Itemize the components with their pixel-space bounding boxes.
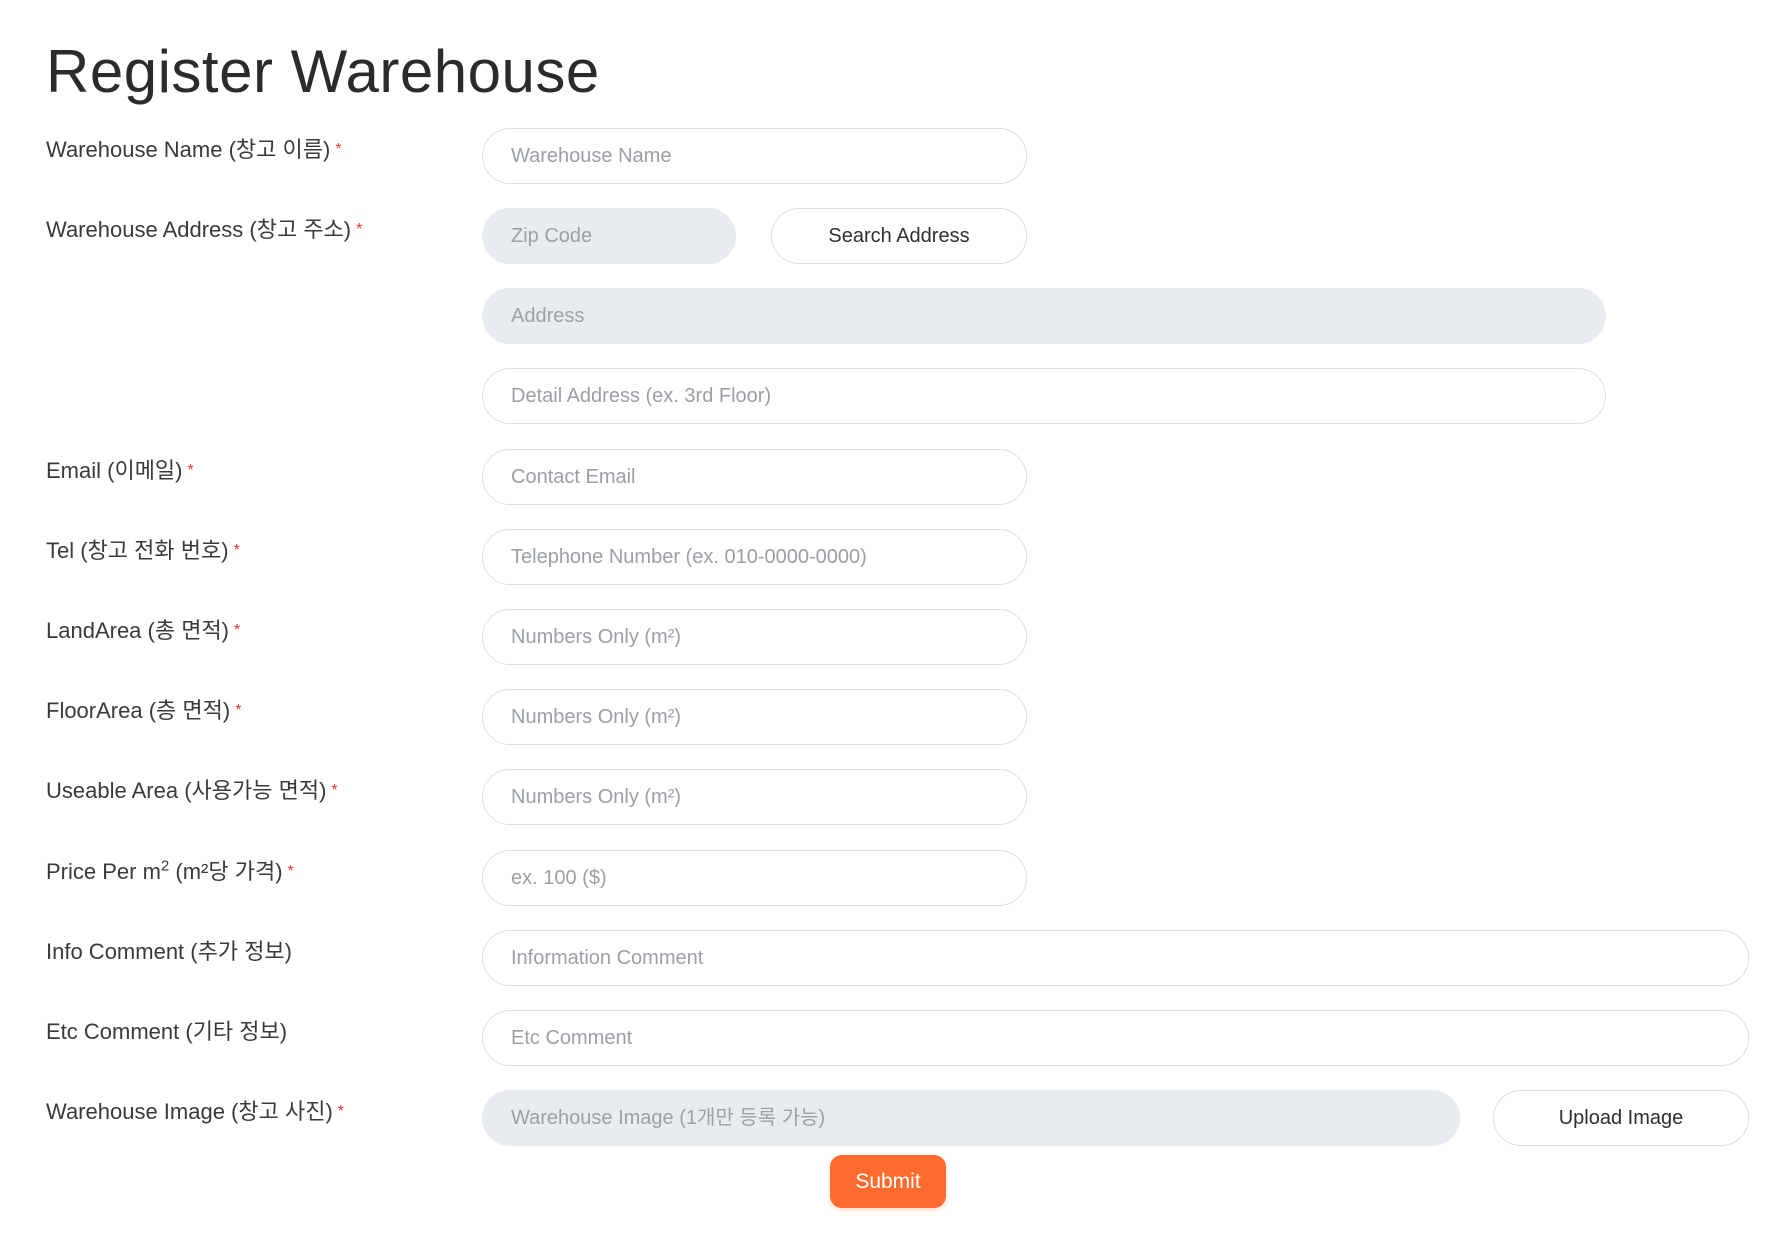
etc-comment-input[interactable] [482, 1010, 1749, 1066]
tel-label: Tel (창고 전화 번호) * [46, 536, 240, 566]
useable-area-input[interactable] [482, 769, 1027, 825]
email-label-text: Email (이메일) [46, 458, 183, 483]
info-comment-input[interactable] [482, 930, 1749, 986]
zip-code-input[interactable] [482, 208, 736, 264]
address-input[interactable] [482, 288, 1606, 344]
required-asterisk: * [187, 462, 194, 479]
land-area-input[interactable] [482, 609, 1027, 665]
email-label: Email (이메일) * [46, 456, 194, 486]
warehouse-image-label-text: Warehouse Image (창고 사진) [46, 1099, 333, 1124]
land-area-label-text: LandArea (총 면적) [46, 618, 230, 643]
required-asterisk: * [337, 1103, 345, 1120]
required-asterisk: * [287, 863, 294, 880]
page-title: Register Warehouse [46, 38, 600, 105]
floor-area-input[interactable] [482, 689, 1027, 745]
upload-image-button[interactable]: Upload Image [1493, 1090, 1749, 1146]
warehouse-name-input[interactable] [482, 128, 1027, 184]
floor-area-label: FloorArea (층 면적) * [46, 696, 241, 726]
submit-button[interactable]: Submit [830, 1155, 946, 1208]
required-asterisk: * [356, 221, 363, 238]
useable-area-label: Useable Area (사용가능 면적) * [46, 776, 338, 806]
required-asterisk: * [234, 622, 241, 639]
info-comment-label-text: Info Comment (추가 정보) [46, 939, 293, 964]
email-input[interactable] [482, 449, 1027, 505]
warehouse-name-label-text: Warehouse Name (창고 이름) [46, 137, 331, 162]
tel-input[interactable] [482, 529, 1027, 585]
warehouse-address-label: Warehouse Address (창고 주소) * [46, 215, 362, 245]
price-label-superscript: 2 [160, 857, 170, 875]
price-label-suffix: (m²당 가격) [169, 859, 283, 884]
tel-label-text: Tel (창고 전화 번호) [46, 538, 229, 563]
required-asterisk: * [235, 702, 242, 719]
info-comment-label: Info Comment (추가 정보) [46, 937, 292, 967]
required-asterisk: * [335, 141, 342, 158]
warehouse-image-input[interactable] [482, 1090, 1460, 1146]
etc-comment-label: Etc Comment (기타 정보) [46, 1017, 287, 1047]
required-asterisk: * [331, 782, 338, 799]
price-per-m2-input[interactable] [482, 850, 1027, 906]
required-asterisk: * [233, 542, 240, 559]
warehouse-image-label: Warehouse Image (창고 사진) * [46, 1097, 344, 1127]
etc-comment-label-text: Etc Comment (기타 정보) [46, 1019, 288, 1044]
price-per-m2-label: Price Per m2 (m²당 가격) * [46, 857, 294, 887]
detail-address-input[interactable] [482, 368, 1606, 424]
floor-area-label-text: FloorArea (층 면적) [46, 698, 231, 723]
land-area-label: LandArea (총 면적) * [46, 616, 240, 646]
warehouse-address-label-text: Warehouse Address (창고 주소) [46, 217, 352, 242]
warehouse-name-label: Warehouse Name (창고 이름) * [46, 135, 342, 165]
search-address-button[interactable]: Search Address [771, 208, 1027, 264]
useable-area-label-text: Useable Area (사용가능 면적) [46, 778, 327, 803]
price-label-prefix: Price Per m [46, 859, 161, 884]
